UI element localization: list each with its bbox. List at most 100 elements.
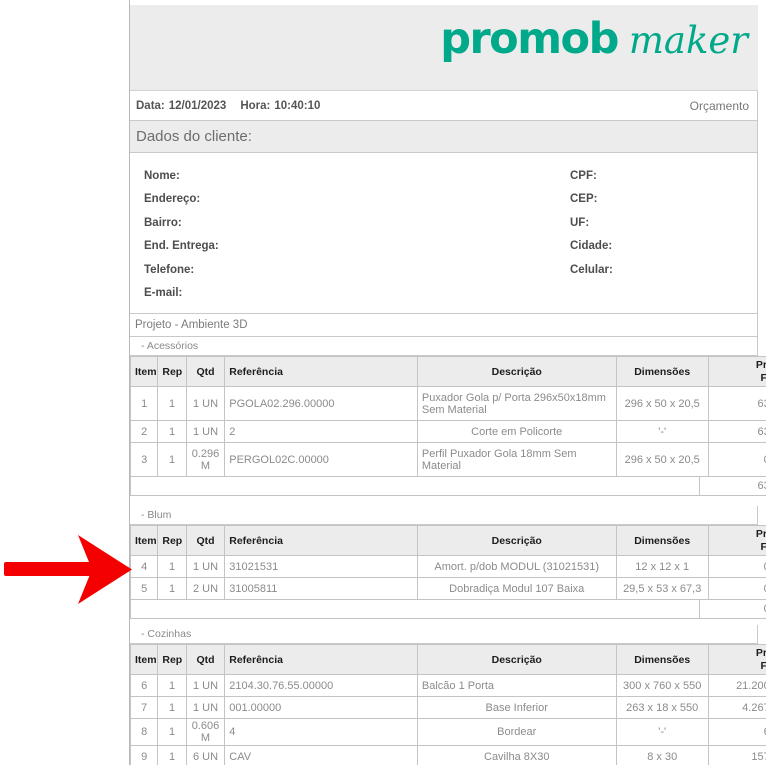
cell-referencia: PGOLA02.296.00000: [224, 386, 418, 421]
client-data-fields: Nome: CPF: Endereço: CEP: Bairro: UF: En…: [130, 153, 758, 314]
table-row[interactable]: 7 1 1 UN 001.00000 Base Inferior 263 x 1…: [130, 696, 766, 719]
cell-dimensoes: '-': [615, 718, 709, 746]
cell-qtd: 1 UN: [185, 674, 226, 697]
document-meta-bar: Data: 12/01/2023 Hora: 10:40:10 Orçament…: [130, 91, 758, 121]
group-label-blum: - Blum: [130, 506, 758, 525]
cell-rep: 1: [157, 674, 187, 697]
cell-referencia: 001.00000: [224, 696, 418, 719]
cell-dimensoes: 8 x 30: [615, 745, 709, 765]
cell-qtd: 0.606 M: [185, 718, 226, 746]
group-label-cozinhas: - Cozinhas: [130, 625, 758, 644]
field-label-email: E-mail:: [144, 287, 183, 300]
cell-preco-final: 157,50: [707, 745, 766, 765]
table-row[interactable]: 1 1 1 UN PGOLA02.296.00000 Puxador Gola …: [130, 386, 766, 421]
table-row[interactable]: 3 1 0.296 M PERGOL02C.00000 Perfil Puxad…: [130, 442, 766, 477]
red-arrow-annotation-icon: [4, 535, 132, 604]
cell-qtd: 1 UN: [185, 386, 226, 421]
col-header-rep: Rep: [157, 525, 187, 556]
cell-qtd: 0.296 M: [185, 442, 226, 477]
subtotal-filler: [130, 600, 700, 619]
logo-band: promob maker: [130, 5, 758, 91]
logo-product-text: maker: [628, 19, 748, 62]
col-header-item: Item: [130, 644, 159, 675]
field-label-cpf: CPF:: [570, 169, 597, 182]
cell-item: 9: [130, 745, 159, 765]
promob-maker-logo: promob maker: [440, 18, 748, 61]
cell-qtd: 1 UN: [185, 696, 226, 719]
cell-qtd: 1 UN: [185, 420, 226, 443]
logo-brand-text: promob: [440, 14, 619, 64]
date-label: Data:: [136, 99, 165, 112]
time-label: Hora:: [240, 99, 271, 112]
cell-rep: 1: [157, 718, 187, 746]
field-label-telefone: Telefone:: [144, 263, 195, 276]
cell-rep: 1: [157, 696, 187, 719]
cell-descricao: Base Inferior: [416, 696, 617, 719]
client-field-right: UF:: [570, 213, 757, 231]
field-label-nome: Nome:: [144, 169, 180, 182]
client-field-right: CEP:: [570, 189, 757, 207]
field-label-uf: UF:: [570, 216, 590, 229]
cell-dimensoes: 29,5 x 53 x 67,3: [615, 577, 709, 600]
client-field-row: Nome: CPF:: [130, 163, 757, 187]
client-field-row: Endereço: CEP:: [130, 187, 757, 211]
cell-descricao: Cavilha 8X30: [416, 745, 617, 765]
cell-dimensoes: 300 x 760 x 550: [615, 674, 709, 697]
group-subtotal-blum: 0,00: [130, 600, 766, 619]
cell-item: 1: [130, 386, 159, 421]
client-data-section-title: Dados do cliente:: [130, 121, 758, 153]
subtotal-value: 0,00: [700, 600, 766, 619]
cell-descricao: Perfil Puxador Gola 18mm Sem Material: [416, 442, 617, 477]
table-row[interactable]: 9 1 6 UN CAV Cavilha 8X30 8 x 30 157,50: [130, 745, 766, 765]
cell-referencia: PERGOL02C.00000: [224, 442, 418, 477]
cell-rep: 1: [157, 442, 187, 477]
cell-descricao: Balcão 1 Porta: [416, 674, 617, 697]
cell-dimensoes: 296 x 50 x 20,5: [615, 386, 709, 421]
col-header-referencia: Referência: [224, 356, 418, 387]
table-row[interactable]: 4 1 1 UN 31021531 Amort. p/dob MODUL (31…: [130, 555, 766, 578]
col-header-rep: Rep: [157, 356, 187, 387]
client-field-left: Nome:: [130, 166, 570, 184]
col-header-rep: Rep: [157, 644, 187, 675]
col-header-descricao: Descrição: [416, 644, 617, 675]
field-label-bairro: Bairro:: [144, 216, 182, 229]
table-header-row: Item Rep Qtd Referência Descrição Dimens…: [130, 644, 766, 675]
subtotal-filler: [130, 477, 700, 496]
cell-rep: 1: [157, 386, 187, 421]
preco-final-line2: Final: [760, 541, 766, 553]
items-table-cozinhas: Item Rep Qtd Referência Descrição Dimens…: [130, 644, 766, 765]
client-field-right: CPF:: [570, 166, 757, 184]
col-header-item: Item: [130, 356, 159, 387]
cell-preco-final: 6,20: [707, 718, 766, 746]
time-value: 10:40:10: [274, 99, 321, 112]
col-header-descricao: Descrição: [416, 356, 617, 387]
table-row[interactable]: 8 1 0.606 M 4 Bordear '-' 6,20: [130, 718, 766, 746]
table-row[interactable]: 2 1 1 UN 2 Corte em Policorte '-' 63,20: [130, 420, 766, 443]
cell-referencia: 4: [224, 718, 418, 746]
client-field-left: E-mail:: [130, 283, 570, 301]
col-header-qtd: Qtd: [185, 644, 226, 675]
col-header-preco-final: Preço Final: [707, 644, 766, 675]
cell-dimensoes: 296 x 50 x 20,5: [615, 442, 709, 477]
cell-descricao: Amort. p/dob MODUL (31021531): [416, 555, 617, 578]
col-header-dimensoes: Dimensões: [615, 644, 709, 675]
preco-final-line1: Preço: [755, 359, 766, 372]
cell-item: 2: [130, 420, 159, 443]
field-label-endereco: Endereço:: [144, 193, 201, 206]
table-row[interactable]: 5 1 2 UN 31005811 Dobradiça Modul 107 Ba…: [130, 577, 766, 600]
table-header-row: Item Rep Qtd Referência Descrição Dimens…: [130, 525, 766, 556]
col-header-dimensoes: Dimensões: [615, 356, 709, 387]
preco-final-line2: Final: [760, 372, 766, 384]
cell-rep: 1: [157, 577, 187, 600]
project-environment-label: Projeto - Ambiente 3D: [130, 314, 758, 337]
cell-preco-final: 63,20: [707, 386, 766, 421]
field-label-cep: CEP:: [570, 193, 598, 206]
client-field-left: End. Entrega:: [130, 236, 570, 254]
cell-item: 7: [130, 696, 159, 719]
client-field-left: Endereço:: [130, 189, 570, 207]
items-table-blum: Item Rep Qtd Referência Descrição Dimens…: [130, 525, 766, 600]
cell-referencia: 2104.30.76.55.00000: [224, 674, 418, 697]
subtotal-value: 63,20: [700, 477, 766, 496]
preco-final-line1: Preço: [755, 647, 766, 660]
table-row[interactable]: 6 1 1 UN 2104.30.76.55.00000 Balcão 1 Po…: [130, 674, 766, 697]
